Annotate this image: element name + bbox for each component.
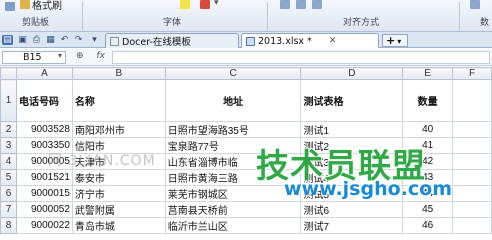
app-menu-icon[interactable]: ▤ xyxy=(2,35,13,45)
cell-test[interactable]: 测试1 xyxy=(300,121,404,138)
cell-phone[interactable]: 9000022 xyxy=(15,217,73,234)
formula-input[interactable] xyxy=(112,51,490,64)
cell-empty[interactable] xyxy=(452,185,492,202)
name-box[interactable]: B15 xyxy=(2,51,66,64)
group-label-clipboard: 剪贴板 xyxy=(22,18,50,28)
close-icon[interactable]: ✕ xyxy=(329,36,337,46)
column-header-d[interactable]: D xyxy=(300,67,404,80)
copy-icon[interactable] xyxy=(5,2,15,11)
cell-empty[interactable] xyxy=(452,201,492,218)
ribbon-separator xyxy=(82,2,83,30)
align-center-icon[interactable] xyxy=(296,0,306,9)
new-tab-label: + xyxy=(386,34,396,47)
table-row: 2 9003528 南阳邓州市 日照市望海路35号 测试1 40 xyxy=(0,121,492,138)
tab-file-label: 2013.xlsx * xyxy=(258,35,312,47)
tab-file[interactable]: 2013.xlsx * ✕ xyxy=(241,33,379,48)
cell-name[interactable]: 泰安市 xyxy=(71,169,166,186)
cell-address[interactable]: 莒南县天桥前 xyxy=(164,201,302,218)
row-header[interactable]: 4 xyxy=(0,153,17,170)
column-header-a[interactable]: A xyxy=(15,67,73,80)
chevron-down-icon: ▾ xyxy=(397,37,402,46)
column-header-e[interactable]: E xyxy=(402,67,454,80)
ribbon-separator xyxy=(459,2,460,30)
tab-docer[interactable]: Docer-在线模板 xyxy=(105,33,239,48)
align-right-icon[interactable] xyxy=(312,0,322,9)
group-label-alignment: 对齐方式 xyxy=(343,18,380,28)
spreadsheet-file-icon xyxy=(246,36,255,46)
header-cell-quantity[interactable]: 数量 xyxy=(402,79,454,122)
cell-quantity[interactable]: 45 xyxy=(402,201,454,218)
group-label-number: 数 xyxy=(480,18,490,28)
row-header[interactable]: 8 xyxy=(0,217,17,234)
format-painter-button[interactable]: 格式刷 xyxy=(20,0,62,12)
align-left-icon[interactable] xyxy=(280,0,290,9)
new-tab-button[interactable]: + ▾ xyxy=(382,34,408,47)
redo-icon[interactable]: ↷ xyxy=(73,35,84,45)
cell-address[interactable]: 临沂市兰山区 xyxy=(164,217,302,234)
table-row: 8 9000022 青岛市城 临沂市兰山区 测试7 46 xyxy=(0,217,492,234)
header-cell-name[interactable]: 名称 xyxy=(71,79,166,122)
font-color-icon[interactable] xyxy=(200,0,210,9)
cell-quantity[interactable]: 46 xyxy=(402,217,454,234)
formula-bar: B15 ▾ ⊕ fx xyxy=(0,49,492,66)
ribbon: 格式刷 剪贴板 ▾ 字体 对齐方式 数 xyxy=(0,0,492,32)
cell-empty[interactable] xyxy=(452,169,492,186)
cell-quantity[interactable]: 40 xyxy=(402,121,454,138)
header-cell-address[interactable]: 地址 xyxy=(164,79,302,122)
cell-phone[interactable]: 9000015 xyxy=(15,185,73,202)
header-cell-test[interactable]: 测试表格 xyxy=(300,79,404,122)
cell-name[interactable]: 南阳邓州市 xyxy=(71,121,166,138)
cell-name[interactable]: 济宁市 xyxy=(71,185,166,202)
row-header[interactable]: 5 xyxy=(0,169,17,186)
template-icon xyxy=(110,36,119,46)
ribbon-separator xyxy=(267,2,268,30)
chevron-down-icon[interactable]: ▾ xyxy=(89,35,100,45)
chevron-down-icon[interactable]: ▾ xyxy=(58,51,62,60)
header-cell-phone[interactable]: 电话号码 xyxy=(15,79,73,122)
watermark-url: www.jsgho.com xyxy=(284,178,452,200)
column-header-f[interactable]: F xyxy=(452,67,492,80)
cell-empty[interactable] xyxy=(452,217,492,234)
cell-empty[interactable] xyxy=(452,137,492,154)
tab-docer-label: Docer-在线模板 xyxy=(122,37,191,48)
print-preview-icon[interactable]: ▦ xyxy=(45,35,56,45)
watermark-left: 网 3LIAN.COM xyxy=(48,153,156,169)
cell-phone[interactable]: 9001521 xyxy=(15,169,73,186)
chevron-down-icon[interactable]: ▾ xyxy=(214,0,219,8)
cell-test[interactable]: 测试6 xyxy=(300,201,404,218)
cell-empty[interactable] xyxy=(452,121,492,138)
cell-empty[interactable] xyxy=(452,153,492,170)
format-painter-label: 格式刷 xyxy=(32,0,62,12)
search-icon[interactable]: ⊕ xyxy=(76,51,84,61)
column-header-b[interactable]: B xyxy=(71,67,166,80)
group-label-font: 字体 xyxy=(163,18,182,28)
brush-icon xyxy=(20,0,30,9)
column-header-c[interactable]: C xyxy=(164,67,302,80)
cell-name[interactable]: 武警附属 xyxy=(71,201,166,218)
document-tab-bar: ▤ ▣ ⎙ ▦ ↶ ↷ ▾ Docer-在线模板 2013.xlsx * ✕ +… xyxy=(0,32,492,48)
row-header[interactable]: 6 xyxy=(0,185,17,202)
print-icon[interactable]: ⎙ xyxy=(31,35,42,45)
row-header[interactable]: 7 xyxy=(0,201,17,218)
function-icon[interactable]: fx xyxy=(96,51,105,61)
cell-address[interactable]: 莱芜市钢城区 xyxy=(164,185,302,202)
cell-empty[interactable] xyxy=(452,79,492,122)
number-format-icon[interactable] xyxy=(470,0,480,9)
table-row: 7 9000052 武警附属 莒南县天桥前 测试6 45 xyxy=(0,201,492,218)
row-header[interactable]: 1 xyxy=(0,79,17,122)
save-icon[interactable]: ▣ xyxy=(17,35,28,45)
undo-icon[interactable]: ↶ xyxy=(59,35,70,45)
row-header[interactable]: 3 xyxy=(0,137,17,154)
cell-phone[interactable]: 9003528 xyxy=(15,121,73,138)
cell-name[interactable]: 青岛市城 xyxy=(71,217,166,234)
row-header[interactable]: 2 xyxy=(0,121,17,138)
cell-test[interactable]: 测试7 xyxy=(300,217,404,234)
formula-icons: ⊕ fx xyxy=(76,51,105,61)
select-all-corner[interactable] xyxy=(0,67,17,80)
highlight-icon[interactable] xyxy=(180,0,190,9)
cell-address[interactable]: 日照市望海路35号 xyxy=(164,121,302,138)
cell-phone[interactable]: 9000052 xyxy=(15,201,73,218)
